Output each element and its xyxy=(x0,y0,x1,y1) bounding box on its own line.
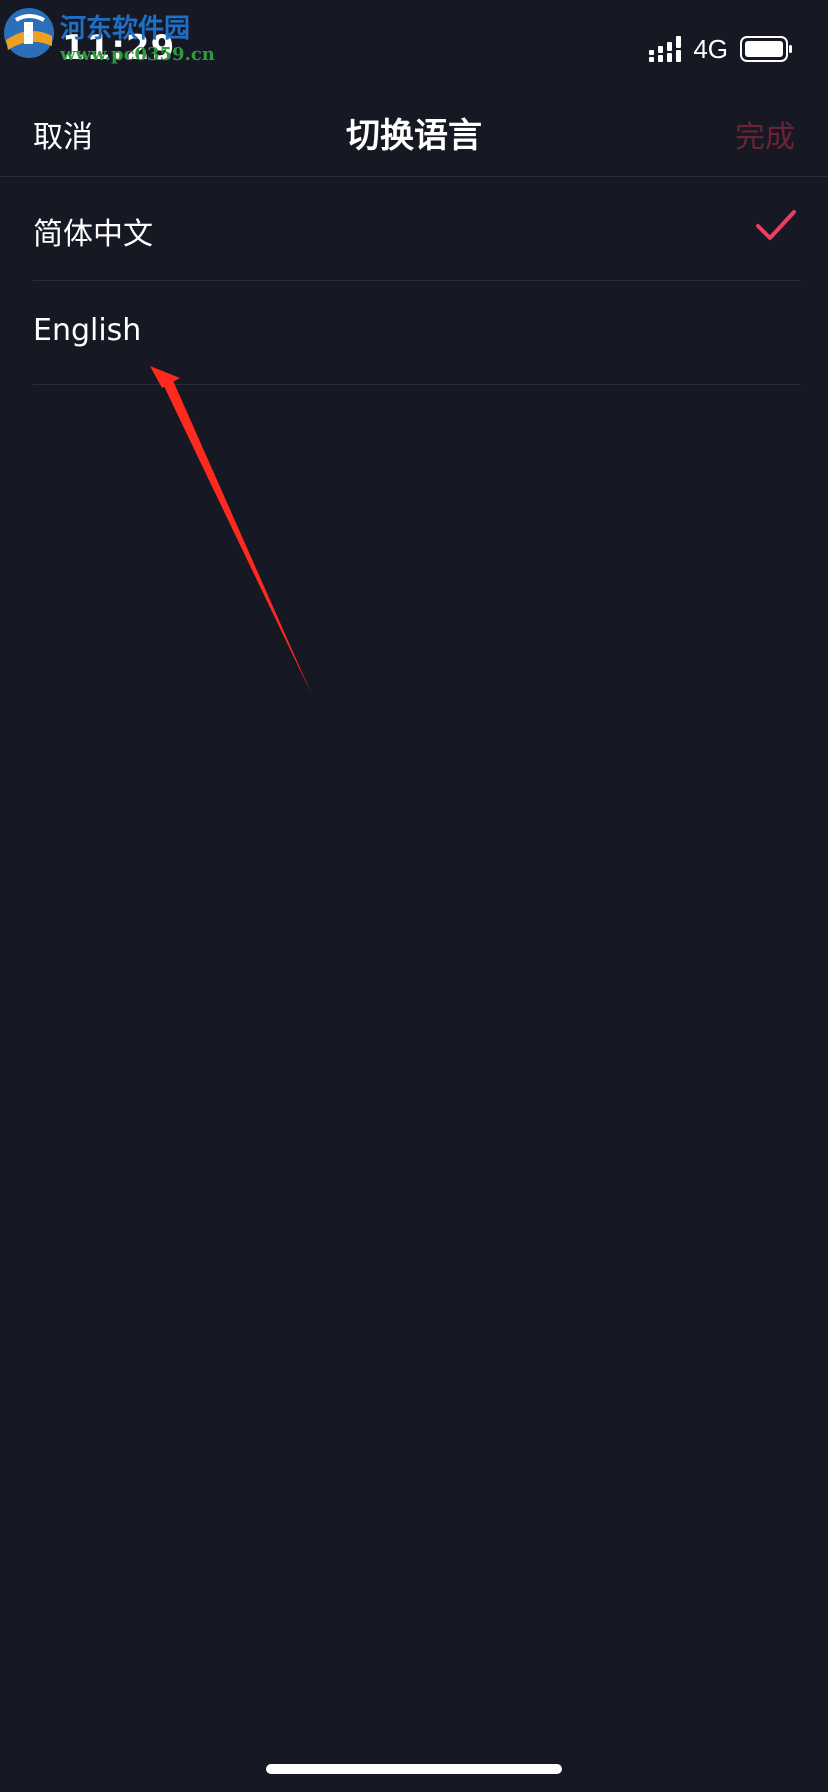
language-label: 简体中文 xyxy=(33,217,153,252)
done-button[interactable]: 完成 xyxy=(735,112,795,156)
check-icon xyxy=(756,210,796,240)
watermark-title: 河东软件园 xyxy=(60,14,191,44)
language-item-simplified-chinese[interactable]: 简体中文 xyxy=(33,177,801,281)
network-label: 4G xyxy=(693,33,728,64)
battery-icon xyxy=(740,36,792,62)
watermark-url: www.pc0359.cn xyxy=(60,44,215,65)
watermark-logo-icon xyxy=(4,8,54,58)
language-label: English xyxy=(33,313,142,348)
status-indicators: 4G xyxy=(649,34,794,64)
status-bar: 11:29 河东软件园 www.pc0359.cn 4G xyxy=(0,0,828,96)
language-list: 简体中文 English xyxy=(33,177,801,385)
language-item-english[interactable]: English xyxy=(33,281,801,385)
signal-icon xyxy=(649,36,682,62)
page-title: 切换语言 xyxy=(346,116,482,156)
home-indicator[interactable] xyxy=(266,1764,562,1774)
watermark: 河东软件园 www.pc0359.cn xyxy=(0,4,215,65)
nav-bar: 取消 切换语言 完成 xyxy=(0,96,828,177)
